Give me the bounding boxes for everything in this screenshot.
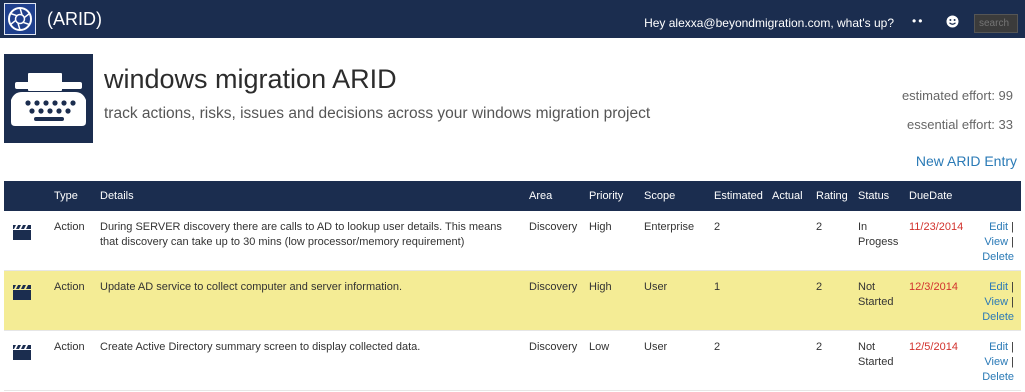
delete-link[interactable]: Delete [982, 371, 1014, 383]
view-link[interactable]: View [984, 356, 1008, 368]
row-actions: Edit | View | Delete [970, 340, 1014, 385]
view-link[interactable]: View [984, 236, 1008, 248]
column-header-status[interactable]: Status [858, 190, 889, 202]
delete-link[interactable]: Delete [982, 251, 1014, 263]
new-arid-entry-link[interactable]: New ARID Entry [916, 153, 1017, 169]
smiley-icon[interactable] [946, 15, 959, 28]
cell-rating: 2 [816, 221, 823, 233]
cell-scope: User [644, 341, 668, 353]
cell-status: In Progess [858, 221, 899, 248]
essential-effort: essential effort: 33 [907, 117, 1013, 132]
page-title: windows migration ARID [104, 64, 397, 94]
cell-area: Discovery [529, 281, 578, 293]
aperture-logo-icon[interactable] [4, 3, 36, 35]
page-subtitle: track actions, risks, issues and decisio… [104, 105, 651, 122]
cell-area: Discovery [529, 221, 578, 233]
cell-details: During SERVER discovery there are calls … [100, 221, 502, 248]
edit-link[interactable]: Edit [989, 341, 1008, 353]
column-header-rating[interactable]: Rating [816, 190, 848, 202]
table-row: Action During SERVER discovery there are… [4, 211, 1021, 271]
arid-table: Type Details Area Priority Scope Estimat… [4, 181, 1021, 391]
table-row: Action Create Active Directory summary s… [4, 331, 1021, 391]
column-header-priority[interactable]: Priority [589, 190, 623, 202]
column-header-estimated[interactable]: Estimated [714, 190, 763, 202]
cell-type: Action [54, 281, 85, 293]
cell-type: Action [54, 341, 85, 353]
cell-rating: 2 [816, 341, 823, 353]
top-navbar: (ARID) Hey alexxa@beyondmigration.com, w… [0, 0, 1025, 38]
cell-estimated: 2 [714, 341, 721, 353]
column-header-actual[interactable]: Actual [772, 190, 803, 202]
cell-details: Update AD service to collect computer an… [100, 281, 403, 293]
separator: | [1011, 221, 1014, 233]
table-header: Type Details Area Priority Scope Estimat… [4, 181, 1021, 211]
delete-link[interactable]: Delete [982, 311, 1014, 323]
separator: | [1011, 236, 1014, 248]
view-link[interactable]: View [984, 296, 1008, 308]
edit-link[interactable]: Edit [989, 281, 1008, 293]
cell-scope: Enterprise [644, 221, 695, 233]
row-actions: Edit | View | Delete [970, 280, 1014, 325]
separator: | [1011, 296, 1014, 308]
column-header-scope[interactable]: Scope [644, 190, 675, 202]
cell-type: Action [54, 221, 85, 233]
more-menu-dots[interactable]: •• [912, 14, 924, 28]
separator: | [1011, 341, 1014, 353]
column-header-details[interactable]: Details [100, 190, 134, 202]
user-greeting[interactable]: Hey alexxa@beyondmigration.com, what's u… [644, 16, 894, 30]
cell-status: Not Started [858, 341, 894, 368]
clapperboard-icon [13, 225, 31, 240]
cell-rating: 2 [816, 281, 823, 293]
cell-priority: High [589, 281, 612, 293]
column-header-type[interactable]: Type [54, 190, 78, 202]
estimated-effort: estimated effort: 99 [901, 88, 1013, 103]
edit-link[interactable]: Edit [989, 221, 1008, 233]
cell-estimated: 1 [714, 281, 721, 293]
cell-scope: User [644, 281, 668, 293]
column-header-area[interactable]: Area [529, 190, 552, 202]
column-header-duedate[interactable]: DueDate [909, 190, 952, 202]
clapperboard-icon [13, 345, 31, 360]
cell-area: Discovery [529, 341, 578, 353]
cell-details: Create Active Directory summary screen t… [100, 341, 421, 353]
cell-duedate: 12/5/2014 [909, 341, 958, 353]
cell-status: Not Started [858, 281, 894, 308]
search-input[interactable] [974, 14, 1018, 33]
separator: | [1011, 356, 1014, 368]
cell-duedate: 11/23/2014 [909, 221, 964, 233]
typewriter-icon [4, 54, 93, 143]
row-actions: Edit | View | Delete [970, 220, 1014, 265]
table-row: Action Update AD service to collect comp… [4, 271, 1021, 331]
clapperboard-icon [13, 285, 31, 300]
cell-estimated: 2 [714, 221, 721, 233]
cell-duedate: 12/3/2014 [909, 281, 958, 293]
app-title[interactable]: (ARID) [47, 9, 102, 30]
cell-priority: Low [589, 341, 610, 353]
separator: | [1011, 281, 1014, 293]
cell-priority: High [589, 221, 612, 233]
